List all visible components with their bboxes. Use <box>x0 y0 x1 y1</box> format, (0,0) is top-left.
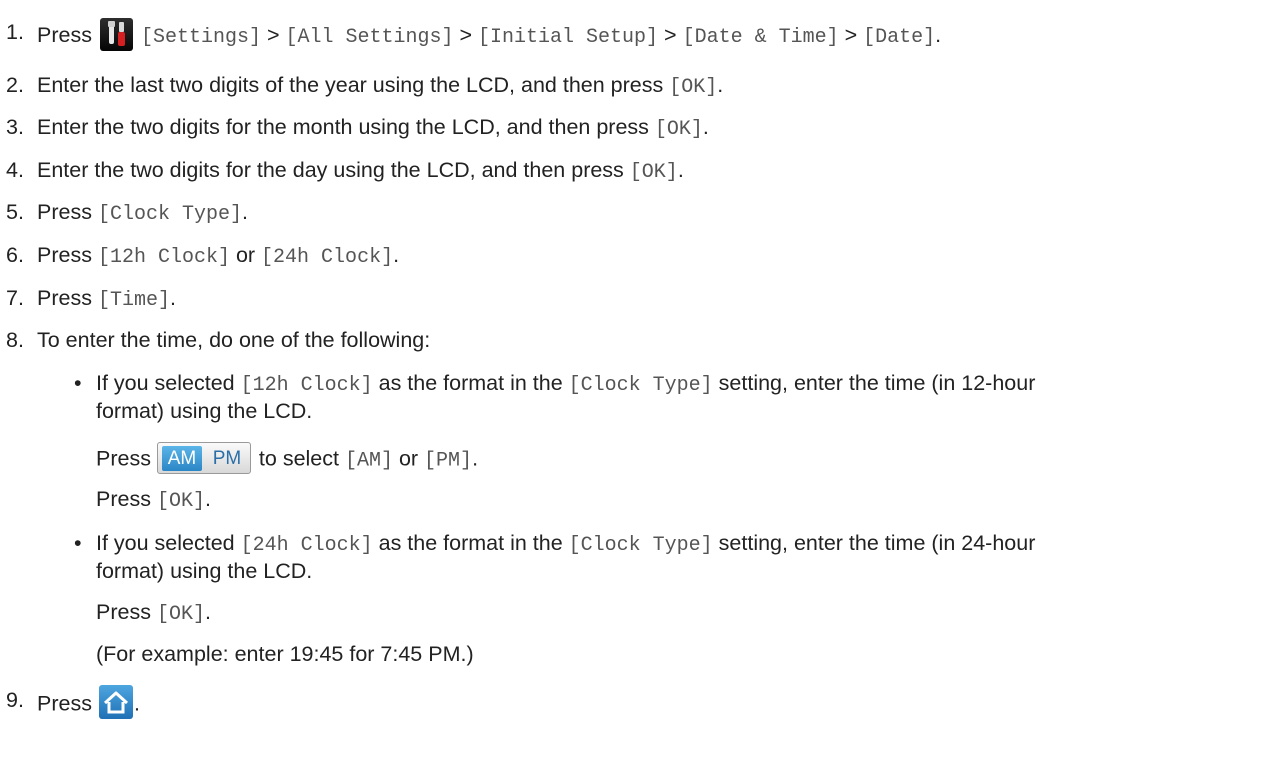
step-number: 6. <box>6 243 24 267</box>
menu-path-all-settings: [All Settings] <box>285 26 454 50</box>
ok-code: [OK] <box>156 490 205 513</box>
ok-instruction: Press [OK]. <box>96 487 211 513</box>
step-number: 1. <box>6 20 24 44</box>
am-pm-toggle-button[interactable]: AM PM <box>156 442 251 474</box>
ok-code: [OK] <box>629 161 678 184</box>
step-number: 7. <box>6 286 24 310</box>
bullet-marker: • <box>74 371 82 395</box>
step-text: Press <box>37 243 98 267</box>
step-number: 3. <box>6 115 24 139</box>
step-number: 2. <box>6 73 24 97</box>
clock-type-code: [Clock Type] <box>568 374 713 397</box>
settings-wrench-screwdriver-icon <box>107 21 125 46</box>
menu-path-initial-setup: [Initial Setup] <box>478 26 659 50</box>
settings-button[interactable] <box>99 18 133 51</box>
menu-path-date: [Date] <box>863 26 936 50</box>
step-number: 4. <box>6 158 24 182</box>
clock-type-code: [Clock Type] <box>568 534 713 557</box>
step-text: To enter the time, do one of the followi… <box>37 328 431 352</box>
ok-code: [OK] <box>156 603 205 626</box>
clock-type-code: [Clock Type] <box>97 203 242 226</box>
step-text: Press <box>37 691 92 716</box>
clock-12h-code: [12h Clock] <box>240 374 373 397</box>
clock-24h-code: [24h Clock] <box>240 534 373 557</box>
step-number: 9. <box>6 688 24 712</box>
ok-code: [OK] <box>654 118 703 141</box>
ampm-instruction: Press AM PM to select [AM] or [PM]. <box>96 442 478 476</box>
step-number: 5. <box>6 200 24 224</box>
step-text: Press <box>37 200 98 224</box>
ok-instruction: Press [OK]. <box>96 600 211 626</box>
clock-12h-code: [12h Clock] <box>97 246 230 269</box>
step-text: Enter the two digits for the month using… <box>37 115 655 139</box>
step-text: Enter the two digits for the day using t… <box>37 158 630 182</box>
bullet-line-2: format) using the LCD. <box>96 559 313 583</box>
step-text: Press <box>37 286 98 310</box>
am-code: [AM] <box>344 449 393 473</box>
step-text: Press <box>37 23 92 48</box>
menu-path-settings: [Settings] <box>140 26 261 50</box>
home-button[interactable] <box>98 685 133 719</box>
pm-option[interactable]: PM <box>207 446 247 471</box>
example-text: (For example: enter 19:45 for 7:45 PM.) <box>96 642 474 666</box>
home-icon <box>103 691 128 714</box>
time-code: [Time] <box>97 289 170 312</box>
am-option[interactable]: AM <box>161 446 202 471</box>
clock-24h-code: [24h Clock] <box>261 246 394 269</box>
pm-code: [PM] <box>424 449 473 473</box>
menu-path-date-time: [Date & Time] <box>682 26 839 50</box>
bullet-marker: • <box>74 531 82 555</box>
step-number: 8. <box>6 328 24 352</box>
bullet-line-2: format) using the LCD. <box>96 399 313 423</box>
ok-code: [OK] <box>669 76 718 99</box>
step-text: Enter the last two digits of the year us… <box>37 73 670 97</box>
